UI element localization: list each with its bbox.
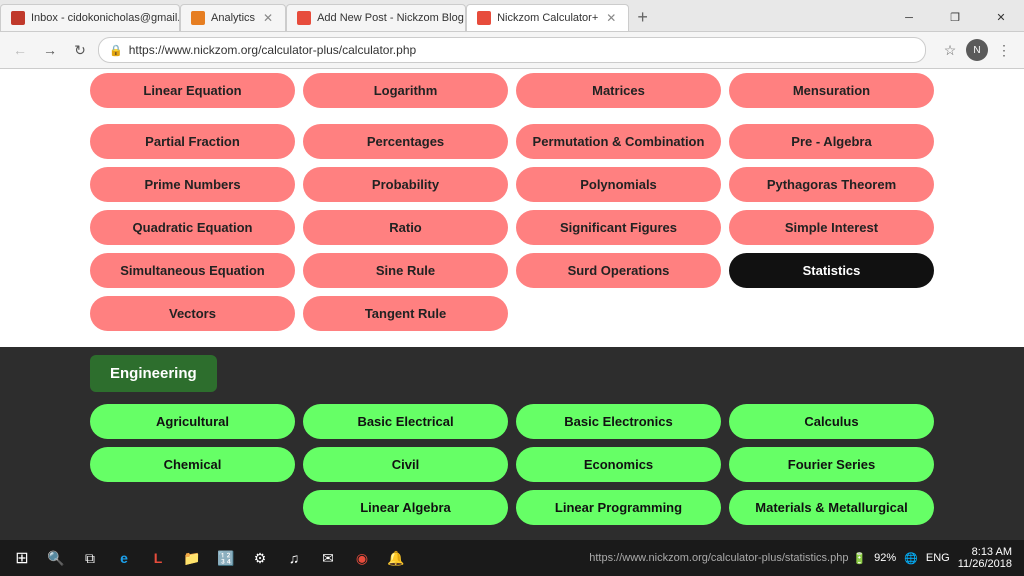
btn-percentages[interactable]: Percentages <box>303 124 508 159</box>
btn-simple-interest[interactable]: Simple Interest <box>729 210 934 245</box>
date-display: 11/26/2018 <box>958 558 1012 570</box>
taskbar-icons: 🔍 ⧉ e L 📁 🔢 ⚙ ♫ ✉ ◉ 🔔 <box>40 542 589 574</box>
taskbar-search[interactable]: 🔍 <box>40 542 72 574</box>
engineering-section: Engineering Agricultural Basic Electrica… <box>0 347 1024 540</box>
btn-calculus[interactable]: Calculus <box>729 404 934 439</box>
new-tab-button[interactable]: + <box>629 4 656 31</box>
btn-chemical[interactable]: Chemical <box>90 447 295 482</box>
taskbar-edge[interactable]: e <box>108 542 140 574</box>
browser-chrome: Inbox - cidokonicholas@gmail.c... ✕ Anal… <box>0 0 1024 69</box>
language-indicator: ENG <box>926 552 950 564</box>
math-grid: Partial Fraction Percentages Permutation… <box>90 124 934 331</box>
tab-favicon-calculator <box>477 11 491 25</box>
btn-sine-rule[interactable]: Sine Rule <box>303 253 508 288</box>
time-display: 8:13 AM <box>958 546 1012 558</box>
tab-analytics-label: Analytics <box>211 12 255 24</box>
btn-basic-electrical[interactable]: Basic Electrical <box>303 404 508 439</box>
tab-blog[interactable]: Add New Post - Nickzom Blog -... ✕ <box>286 4 466 31</box>
refresh-button[interactable]: ↻ <box>68 38 92 62</box>
window-controls: ─ ❐ ✕ <box>886 4 1024 31</box>
address-bar[interactable]: 🔒 https://www.nickzom.org/calculator-plu… <box>98 37 926 63</box>
btn-civil[interactable]: Civil <box>303 447 508 482</box>
page-content: Linear Equation Logarithm Matrices Mensu… <box>0 69 1024 540</box>
btn-economics[interactable]: Economics <box>516 447 721 482</box>
btn-partial-fraction[interactable]: Partial Fraction <box>90 124 295 159</box>
tab-favicon-inbox <box>11 11 25 25</box>
tab-blog-label: Add New Post - Nickzom Blog -... <box>317 12 466 24</box>
taskbar-task-view[interactable]: ⧉ <box>74 542 106 574</box>
tab-analytics[interactable]: Analytics ✕ <box>180 4 286 31</box>
btn-significant-figures[interactable]: Significant Figures <box>516 210 721 245</box>
btn-linear-equation[interactable]: Linear Equation <box>90 73 295 108</box>
start-button[interactable]: ⊞ <box>4 542 40 574</box>
maximize-button[interactable]: ❐ <box>932 2 978 34</box>
top-partial: Linear Equation Logarithm Matrices Mensu… <box>0 69 1024 116</box>
taskbar-settings[interactable]: ⚙ <box>244 542 276 574</box>
browser-actions: ☆ N ⋮ <box>938 38 1016 62</box>
nav-bar: ← → ↻ 🔒 https://www.nickzom.org/calculat… <box>0 32 1024 68</box>
btn-matrices[interactable]: Matrices <box>516 73 721 108</box>
btn-tangent-rule[interactable]: Tangent Rule <box>303 296 508 331</box>
taskbar-network: 🌐 <box>904 552 918 565</box>
taskbar-other[interactable]: 🔔 <box>380 542 412 574</box>
tab-calculator[interactable]: Nickzom Calculator+ ✕ <box>466 4 629 31</box>
forward-button[interactable]: → <box>38 38 62 62</box>
btn-ratio[interactable]: Ratio <box>303 210 508 245</box>
empty-cell-1 <box>516 296 721 331</box>
url-text: https://www.nickzom.org/calculator-plus/… <box>129 43 416 57</box>
lock-icon: 🔒 <box>109 44 123 57</box>
btn-materials-metallurgical[interactable]: Materials & Metallurgical <box>729 490 934 525</box>
taskbar-email[interactable]: ✉ <box>312 542 344 574</box>
engineering-header: Engineering <box>90 355 217 392</box>
btn-pythagoras-theorem[interactable]: Pythagoras Theorem <box>729 167 934 202</box>
tab-close-calculator[interactable]: ✕ <box>604 11 618 25</box>
minimize-button[interactable]: ─ <box>886 2 932 34</box>
taskbar-battery-icon: 🔋 <box>852 552 866 565</box>
status-url: https://www.nickzom.org/calculator-plus/… <box>589 552 848 564</box>
tab-close-analytics[interactable]: ✕ <box>261 11 275 25</box>
empty-eng-cell <box>90 490 295 525</box>
taskbar-music[interactable]: ♫ <box>278 542 310 574</box>
more-button[interactable]: ⋮ <box>992 38 1016 62</box>
btn-vectors[interactable]: Vectors <box>90 296 295 331</box>
btn-probability[interactable]: Probability <box>303 167 508 202</box>
math-section: Partial Fraction Percentages Permutation… <box>0 116 1024 347</box>
btn-mensuration[interactable]: Mensuration <box>729 73 934 108</box>
bookmark-button[interactable]: ☆ <box>938 38 962 62</box>
btn-simultaneous-equation[interactable]: Simultaneous Equation <box>90 253 295 288</box>
btn-polynomials[interactable]: Polynomials <box>516 167 721 202</box>
tab-inbox-label: Inbox - cidokonicholas@gmail.c... <box>31 12 180 24</box>
btn-permutation-combination[interactable]: Permutation & Combination <box>516 124 721 159</box>
taskbar-right: 🔋 92% 🌐 ENG 8:13 AM 11/26/2018 <box>852 546 1020 570</box>
taskbar-calculator[interactable]: 🔢 <box>210 542 242 574</box>
btn-agricultural[interactable]: Agricultural <box>90 404 295 439</box>
back-button[interactable]: ← <box>8 38 32 62</box>
empty-cell-2 <box>729 296 934 331</box>
tab-favicon-analytics <box>191 11 205 25</box>
btn-fourier-series[interactable]: Fourier Series <box>729 447 934 482</box>
btn-statistics[interactable]: Statistics <box>729 253 934 288</box>
btn-basic-electronics[interactable]: Basic Electronics <box>516 404 721 439</box>
tab-calculator-label: Nickzom Calculator+ <box>497 12 598 24</box>
battery-level: 92% <box>874 552 896 564</box>
btn-linear-programming[interactable]: Linear Programming <box>516 490 721 525</box>
btn-prime-numbers[interactable]: Prime Numbers <box>90 167 295 202</box>
btn-surd-operations[interactable]: Surd Operations <box>516 253 721 288</box>
profile-avatar[interactable]: N <box>966 39 988 61</box>
tab-bar: Inbox - cidokonicholas@gmail.c... ✕ Anal… <box>0 0 1024 32</box>
taskbar-explorer[interactable]: 📁 <box>176 542 208 574</box>
tab-inbox[interactable]: Inbox - cidokonicholas@gmail.c... ✕ <box>0 4 180 31</box>
btn-logarithm[interactable]: Logarithm <box>303 73 508 108</box>
taskbar-app-l[interactable]: L <box>142 542 174 574</box>
math-top-row: Linear Equation Logarithm Matrices Mensu… <box>90 73 934 108</box>
taskbar: ⊞ 🔍 ⧉ e L 📁 🔢 ⚙ ♫ ✉ ◉ 🔔 https://www.nick… <box>0 540 1024 576</box>
close-button[interactable]: ✕ <box>978 2 1024 34</box>
taskbar-chrome[interactable]: ◉ <box>346 542 378 574</box>
engineering-grid: Agricultural Basic Electrical Basic Elec… <box>90 404 934 525</box>
tab-favicon-blog <box>297 11 311 25</box>
btn-linear-algebra[interactable]: Linear Algebra <box>303 490 508 525</box>
btn-pre-algebra[interactable]: Pre - Algebra <box>729 124 934 159</box>
clock: 8:13 AM 11/26/2018 <box>958 546 1012 570</box>
btn-quadratic-equation[interactable]: Quadratic Equation <box>90 210 295 245</box>
